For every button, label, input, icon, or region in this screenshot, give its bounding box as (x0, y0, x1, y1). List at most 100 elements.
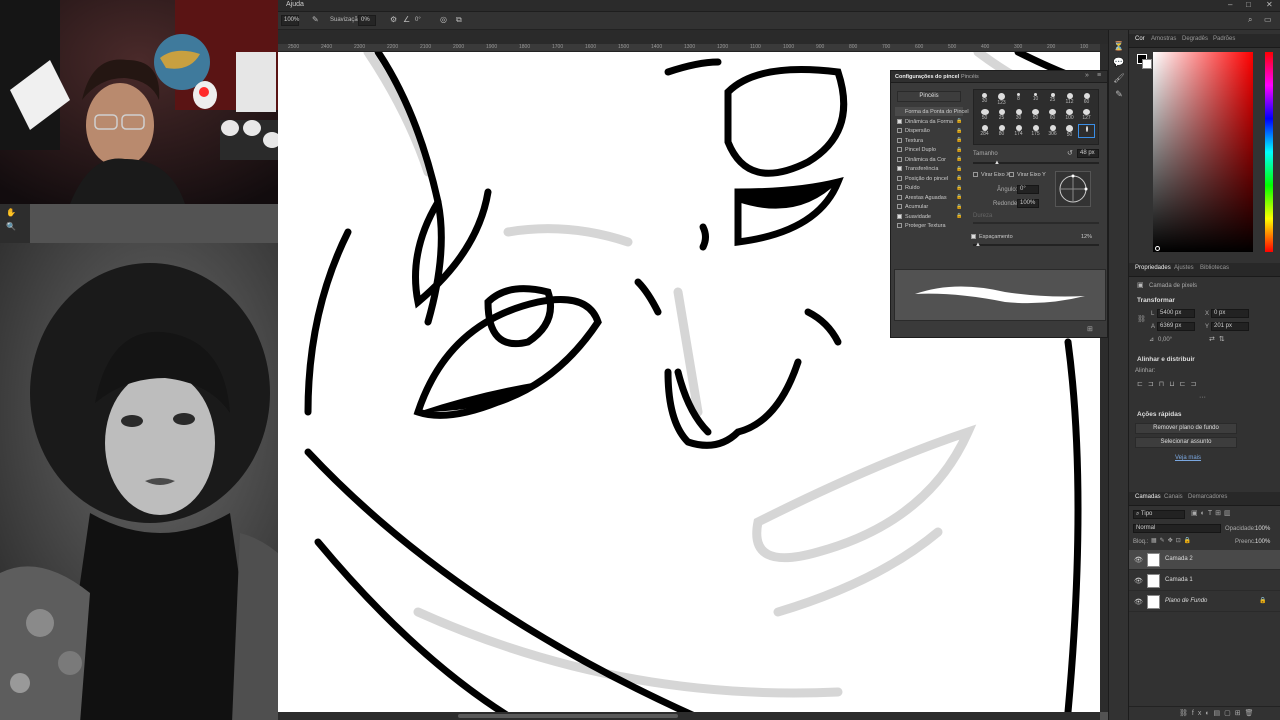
tab-swatches[interactable]: Amostras (1151, 36, 1176, 42)
layer-actions-icons[interactable]: ⛓fx◐▤▢⊞🗑 (1179, 709, 1258, 717)
flip-icons[interactable]: ⇄⇅ (1209, 335, 1229, 343)
layer-name[interactable]: Camada 1 (1165, 577, 1193, 583)
spacing-checkbox[interactable]: Espaçamento (971, 234, 1013, 240)
smoothing-field[interactable]: 0% (358, 15, 376, 26)
brush-tip[interactable]: 30 (976, 92, 993, 106)
option-noise[interactable]: Ruído (897, 185, 920, 191)
spacing-slider[interactable] (973, 244, 1099, 246)
layer-row[interactable]: 👁 Plano de Fundo 🔒 (1129, 592, 1280, 612)
quick-actions-title[interactable]: Ações rápidas (1137, 411, 1181, 418)
workspace-icon[interactable]: ▭ (1264, 15, 1272, 24)
see-more-link[interactable]: Veja mais (1175, 455, 1201, 461)
more-icon[interactable]: ··· (1199, 394, 1206, 401)
height-field[interactable]: 6369 px (1157, 322, 1195, 331)
pressure-icon[interactable]: ◎ (440, 15, 447, 24)
option-texture[interactable]: Textura (897, 138, 923, 144)
horizontal-scrollbar[interactable] (278, 712, 1100, 720)
option-protect-texture[interactable]: Proteger Textura (897, 223, 946, 229)
zoom-field[interactable]: 100% (281, 15, 299, 26)
search-icon[interactable]: ⌕ (1248, 15, 1252, 25)
brush-tip[interactable]: 174 (1010, 124, 1027, 138)
brush-settings-icon[interactable]: 🖌 (1113, 72, 1125, 84)
roundness-field[interactable]: 100% (1017, 199, 1039, 208)
option-smoothing[interactable]: Suavidade (897, 214, 931, 220)
brush-tip[interactable]: 50 (1027, 108, 1044, 122)
eye-icon[interactable]: 👁 (1134, 598, 1143, 606)
tab-libraries[interactable]: Bibliotecas (1200, 265, 1229, 271)
tab-adjustments[interactable]: Ajustes (1174, 265, 1194, 271)
hue-slider[interactable] (1265, 52, 1273, 252)
align-title[interactable]: Alinhar e distribuir (1137, 356, 1195, 363)
reset-size-icon[interactable]: ↺ (1067, 149, 1073, 157)
brush-tool-icon[interactable]: ✎ (312, 15, 319, 24)
size-slider[interactable] (973, 162, 1099, 164)
eye-icon[interactable]: 👁 (1134, 556, 1143, 564)
option-dual-brush[interactable]: Pincel Duplo (897, 147, 936, 153)
opacity-field[interactable]: 100% (1255, 526, 1270, 532)
new-brush-icon[interactable]: ⊞ (1087, 325, 1093, 333)
eye-icon[interactable]: 👁 (1134, 577, 1143, 585)
gear-icon[interactable]: ⚙ (390, 15, 397, 24)
angle-value[interactable]: 0° (415, 17, 421, 23)
menu-help[interactable]: Ajuda (286, 1, 304, 8)
option-buildup[interactable]: Acumular (897, 204, 928, 210)
brush-tip[interactable]: 60 (1044, 108, 1061, 122)
angle-icon[interactable]: ∠ (403, 15, 410, 24)
tab-layers[interactable]: Camadas (1135, 494, 1161, 500)
option-scattering[interactable]: Dispersão (897, 128, 930, 134)
layer-name[interactable]: Plano de Fundo (1165, 598, 1207, 604)
option-color-dynamics[interactable]: Dinâmica da Cor (897, 157, 946, 163)
minimize-button[interactable]: – (1228, 0, 1232, 9)
brush-tip[interactable]: 30 (1010, 108, 1027, 122)
brush-tip[interactable]: 50 (976, 108, 993, 122)
tab-paths[interactable]: Demarcadores (1188, 494, 1227, 500)
tab-brush-settings[interactable]: Configurações do pincel (895, 74, 959, 80)
tab-patterns[interactable]: Padrões (1213, 36, 1235, 42)
blend-mode-select[interactable]: Normal (1133, 524, 1221, 533)
option-transfer[interactable]: Transferência (897, 166, 938, 172)
width-field[interactable]: 5400 px (1157, 309, 1195, 318)
fill-field[interactable]: 100% (1255, 539, 1270, 545)
rotation-field[interactable]: 0,00° (1158, 337, 1172, 343)
tab-color[interactable]: Cor (1135, 36, 1145, 42)
link-icon[interactable]: ⛓ (1137, 315, 1146, 323)
zoom-icon[interactable]: 🔍 (6, 222, 16, 231)
select-subject-button[interactable]: Selecionar assunto (1135, 437, 1237, 448)
filter-icons[interactable]: ▣◐T⊞▥ (1191, 509, 1234, 517)
history-icon[interactable]: ⏳ (1113, 40, 1125, 52)
option-shape-dynamics[interactable]: Dinâmica da Forma (897, 119, 953, 125)
brush-tip[interactable]: 50 (1061, 124, 1078, 138)
spacing-value[interactable]: 12% (1081, 234, 1092, 240)
brush-tip-grid[interactable]: 30 123 8 10 25 112 60 50 25 30 50 60 100… (973, 89, 1099, 145)
remove-background-button[interactable]: Remover plano de fundo (1135, 423, 1237, 434)
flip-x-checkbox[interactable]: Virar Eixo X (973, 172, 1010, 178)
maximize-button[interactable]: □ (1246, 0, 1251, 9)
brushes-button[interactable]: Pincéis (897, 91, 961, 102)
brush-tip[interactable]: 10 (1027, 92, 1044, 106)
collapse-icon[interactable]: » (1085, 72, 1089, 79)
brush-tip[interactable]: 8 (1010, 92, 1027, 106)
layer-name[interactable]: Camada 2 (1165, 556, 1193, 562)
option-brush-pose[interactable]: Posição do pincel (897, 176, 948, 182)
align-icons[interactable]: ⊏⊐⊓⊔⊏⊐ (1137, 380, 1201, 388)
x-field[interactable]: 0 px (1211, 309, 1249, 318)
brush-tip[interactable]: 25 (1044, 92, 1061, 106)
scroll-thumb[interactable] (458, 714, 678, 718)
brush-tip[interactable]: 100 (1061, 108, 1078, 122)
tab-gradients[interactable]: Degradês (1182, 36, 1208, 42)
brush-tip[interactable]: 60 (1078, 92, 1095, 106)
layer-row[interactable]: 👁 Camada 1 (1129, 571, 1280, 591)
brush-tip[interactable]: 175 (1027, 124, 1044, 138)
comment-icon[interactable]: 💬 (1113, 56, 1125, 68)
tab-brushes[interactable]: Pincéis (961, 74, 979, 80)
flip-y-checkbox[interactable]: Virar Eixo Y (1009, 172, 1046, 178)
color-picker-cursor[interactable] (1155, 246, 1160, 251)
close-button[interactable]: ✕ (1266, 0, 1273, 9)
brush-tip[interactable]: 112 (1061, 92, 1078, 106)
brush-tip[interactable]: 306 (1044, 124, 1061, 138)
layer-filter[interactable]: ⌕ Tipo (1133, 510, 1185, 519)
brush-tip[interactable]: 127 (1078, 108, 1095, 122)
tab-properties[interactable]: Propriedades (1135, 265, 1171, 271)
hand-icon[interactable]: ✋ (6, 208, 16, 217)
size-field[interactable]: 48 px (1077, 149, 1099, 158)
